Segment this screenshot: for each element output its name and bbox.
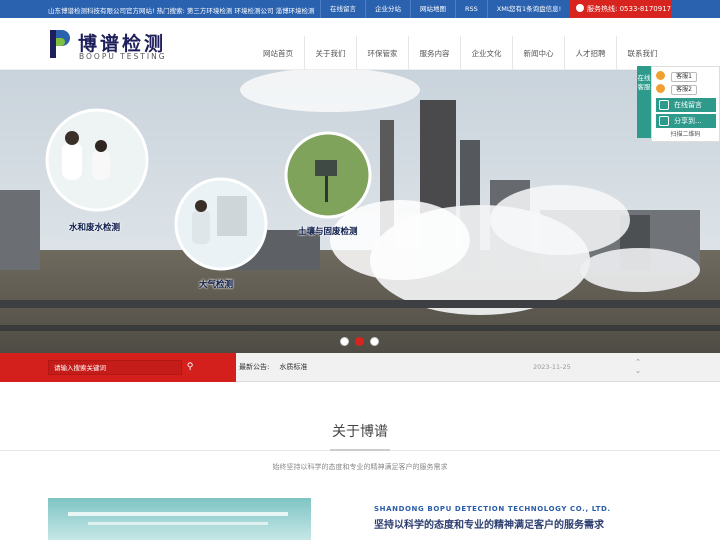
nav-news[interactable]: 新闻中心 (512, 36, 564, 72)
nav-recruit[interactable]: 人才招聘 (564, 36, 616, 72)
service-share-button[interactable]: 分享到... (656, 114, 716, 128)
nav-culture[interactable]: 企业文化 (460, 36, 512, 72)
company-slogan: 坚持以科学的态度和专业的精神满足客户的服务需求 (374, 520, 604, 531)
hotline: 服务热线: 0533-8170917 (570, 0, 672, 18)
slide-dot[interactable] (370, 337, 379, 346)
about-subtitle: 始终坚持以科学的态度和专业的精神满足客户的服务需求 (272, 463, 448, 471)
qq-icon (656, 84, 665, 93)
top-link-branch[interactable]: 企业分站 (365, 0, 410, 18)
notice: 最新公告: 水质标准 (239, 353, 307, 382)
service-kf1[interactable]: 客服1 (656, 71, 716, 82)
slide-dots (340, 337, 379, 346)
chevron-up-icon[interactable]: ⌃ (632, 358, 644, 367)
inquiry-notice[interactable]: 您有1条询盘信息! (505, 0, 565, 18)
search-notice-bar: ⚲ 最新公告: 水质标准 2023-11-25 ⌃ ⌄ (0, 353, 720, 382)
about-title: 关于博谱 (332, 424, 388, 440)
banner-label-soil: 土壤与固废检测 (298, 227, 358, 237)
share-icon (659, 116, 669, 126)
logo-mark-icon (50, 30, 70, 58)
slide-dot[interactable] (340, 337, 349, 346)
search-box: ⚲ (0, 353, 236, 382)
title-underline (330, 449, 390, 451)
search-input[interactable] (48, 360, 182, 375)
kf2-label[interactable]: 客服2 (671, 85, 697, 95)
header: 博谱检测 BOOPU TESTING 网站首页 关于我们 环保管家 服务内容 企… (0, 18, 720, 72)
service-share-label: 分享到... (674, 117, 702, 125)
top-link-rss[interactable]: RSS (455, 0, 487, 18)
top-links: 在线留言 企业分站 网站地图 RSS XML (320, 0, 519, 18)
top-link-message[interactable]: 在线留言 (320, 0, 365, 18)
notice-label: 最新公告: (239, 363, 270, 371)
service-tab[interactable]: 在线客服 (637, 66, 651, 138)
service-message-label: 在线留言 (674, 101, 702, 109)
photo-light (68, 512, 288, 516)
logo[interactable]: 博谱检测 BOOPU TESTING (48, 28, 173, 62)
hotline-label: 服务热线: (587, 5, 618, 13)
notice-date: 2023-11-25 (533, 363, 571, 371)
hero-banner[interactable]: 水和废水检测 大气检测 土壤与固废检测 (0, 70, 720, 353)
service-kf2[interactable]: 客服2 (656, 84, 716, 95)
nav-about[interactable]: 关于我们 (304, 36, 356, 72)
notice-value[interactable]: 水质标准 (279, 363, 307, 371)
search-icon[interactable]: ⚲ (182, 360, 198, 375)
nav-home[interactable]: 网站首页 (252, 36, 304, 72)
logo-en: BOOPU TESTING (79, 52, 167, 61)
banner-label-water: 水和废水检测 (69, 223, 121, 233)
notice-arrows: ⌃ ⌄ (632, 358, 644, 378)
service-message-button[interactable]: 在线留言 (656, 98, 716, 112)
slide-dot-active[interactable] (355, 337, 364, 346)
photo-light (88, 522, 268, 525)
main-nav: 网站首页 关于我们 环保管家 服务内容 企业文化 新闻中心 人才招聘 联系我们 (252, 36, 668, 72)
message-icon (659, 100, 669, 110)
company-name-en: SHANDONG BOPU DETECTION TECHNOLOGY CO., … (374, 505, 611, 513)
nav-env-steward[interactable]: 环保管家 (356, 36, 408, 72)
banner-label-air: 大气检测 (199, 280, 234, 290)
kf1-label[interactable]: 客服1 (671, 72, 697, 82)
top-bar: 山东博谱检测科技有限公司官方网站! 热门搜索: 第三方环境检测 环境检测公司 淄… (0, 0, 720, 18)
service-qr-label[interactable]: 扫描二维码 (652, 129, 719, 138)
phone-icon (576, 4, 584, 12)
qq-icon (656, 71, 665, 80)
top-link-sitemap[interactable]: 网站地图 (410, 0, 455, 18)
chevron-down-icon[interactable]: ⌄ (632, 367, 644, 376)
hotline-number: 0533-8170917 (619, 5, 672, 13)
nav-services[interactable]: 服务内容 (408, 36, 460, 72)
welcome-text: 山东博谱检测科技有限公司官方网站! 热门搜索: 第三方环境检测 环境检测公司 淄… (48, 7, 315, 15)
about-photo (48, 498, 311, 540)
online-service-widget: 在线客服 客服1 客服2 在线留言 分享到... 扫描二维码 (637, 66, 720, 142)
service-panel: 客服1 客服2 在线留言 分享到... 扫描二维码 (651, 66, 720, 142)
banner-illustration (0, 70, 720, 353)
